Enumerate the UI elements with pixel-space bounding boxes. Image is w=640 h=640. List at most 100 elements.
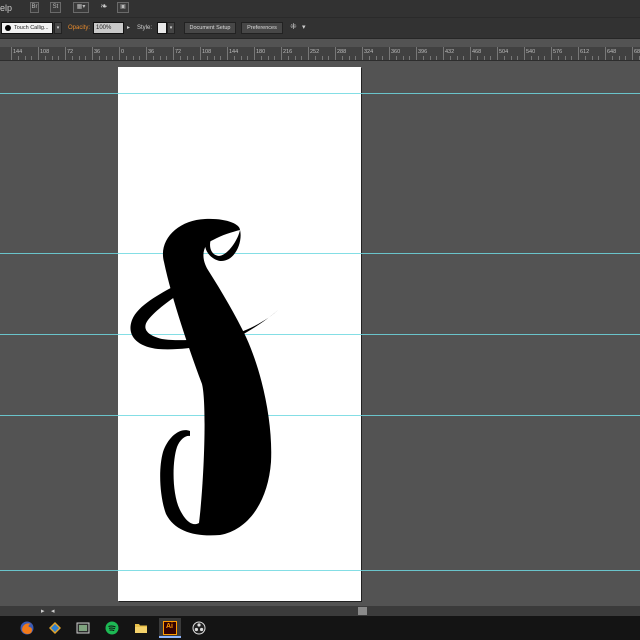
ruler-tick-label: 36 — [94, 49, 101, 55]
taskbar-terminal[interactable] — [72, 618, 94, 638]
ruler-tick — [254, 47, 255, 60]
ruler-tick — [335, 47, 336, 60]
ruler-tick — [551, 47, 552, 60]
bridge-icon[interactable]: Br — [30, 2, 39, 13]
ruler-tick — [92, 47, 93, 60]
ruler-minor-tick — [402, 56, 404, 60]
ruler-minor-tick — [557, 56, 559, 60]
ruler-minor-tick — [220, 56, 222, 60]
ruler-minor-tick — [71, 56, 73, 60]
control-bar: Touch Callig... ▾ Opacity: 100% ▸ Style:… — [0, 17, 640, 39]
ruler-tick-label: 144 — [229, 49, 239, 55]
ruler-minor-tick — [449, 56, 451, 60]
align-options-icon[interactable]: ⁜ — [290, 22, 297, 31]
ruler-minor-tick — [58, 56, 60, 60]
ruler-tick-label: 468 — [472, 49, 482, 55]
preferences-button[interactable]: Preferences — [241, 22, 283, 34]
style-swatch[interactable] — [157, 22, 167, 34]
taskbar-illustrator[interactable]: Ai — [159, 618, 181, 638]
taskbar-sourcetree[interactable] — [44, 618, 66, 638]
ruler-minor-tick — [44, 56, 46, 60]
ruler-minor-tick — [328, 56, 330, 60]
ruler-tick-label: 324 — [364, 49, 374, 55]
menu-help[interactable]: elp — [0, 3, 12, 13]
ruler-minor-tick — [166, 56, 168, 60]
opacity-label[interactable]: Opacity: — [68, 25, 90, 31]
spotify-icon — [105, 621, 119, 635]
ruler-minor-tick — [159, 56, 161, 60]
ruler-minor-tick — [31, 56, 33, 60]
ruler-minor-tick — [213, 56, 215, 60]
arrange-documents-icon[interactable]: ▦▾ — [73, 2, 89, 13]
taskbar-obs[interactable] — [188, 618, 210, 638]
panel-menu-icon[interactable]: ▾ — [302, 23, 306, 31]
canvas-area[interactable] — [0, 61, 640, 606]
ruler-minor-tick — [287, 56, 289, 60]
ruler-minor-tick — [179, 56, 181, 60]
ruler-tick — [281, 47, 282, 60]
ruler-minor-tick — [314, 56, 316, 60]
ruler-minor-tick — [476, 56, 478, 60]
ruler-minor-tick — [395, 56, 397, 60]
ruler-tick-label: 216 — [283, 49, 293, 55]
brush-dropdown-button[interactable]: ▾ — [54, 22, 62, 34]
taskbar: Ai — [0, 616, 640, 640]
ruler-tick — [227, 47, 228, 60]
ruler-minor-tick — [17, 56, 19, 60]
ruler-tick-label: 108 — [40, 49, 50, 55]
ruler-tick-label: 504 — [499, 49, 509, 55]
ruler-minor-tick — [24, 56, 26, 60]
ruler-tick-label: 0 — [121, 49, 125, 55]
ruler-minor-tick — [591, 56, 593, 60]
ruler-minor-tick — [490, 56, 492, 60]
document-setup-button[interactable]: Document Setup — [184, 22, 236, 34]
ruler-tick — [497, 47, 498, 60]
ruler-minor-tick — [301, 56, 303, 60]
ruler-tick — [524, 47, 525, 60]
ruler-tick-label: 72 — [67, 49, 74, 55]
opacity-arrow-icon[interactable]: ▸ — [127, 24, 130, 31]
workspace-icon[interactable]: ▣ — [117, 2, 129, 13]
ruler-tick — [416, 47, 417, 60]
ruler-minor-tick — [348, 56, 350, 60]
brush-definition-field[interactable]: Touch Callig... — [1, 22, 53, 34]
taskbar-spotify[interactable] — [101, 618, 123, 638]
ruler-minor-tick — [98, 56, 100, 60]
ruler-minor-tick — [139, 56, 141, 60]
ruler-tick-label: 576 — [553, 49, 563, 55]
ruler-minor-tick — [152, 56, 154, 60]
ruler-minor-tick — [193, 56, 195, 60]
style-dropdown-button[interactable]: ▾ — [167, 22, 175, 34]
ruler-tick — [11, 47, 12, 60]
ruler-tick-label: 252 — [310, 49, 320, 55]
ruler-minor-tick — [409, 56, 411, 60]
ruler-tick-label: 72 — [175, 49, 182, 55]
ruler-minor-tick — [321, 56, 323, 60]
ruler-tick-label: 432 — [445, 49, 455, 55]
taskbar-file-explorer[interactable] — [130, 618, 152, 638]
ruler-tick — [389, 47, 390, 60]
ruler-minor-tick — [544, 56, 546, 60]
ruler-minor-tick — [125, 56, 127, 60]
ruler-minor-tick — [375, 56, 377, 60]
gpu-performance-icon[interactable]: ❧ — [98, 2, 110, 13]
opacity-input[interactable]: 100% — [93, 22, 124, 34]
scrollbar-thumb[interactable] — [358, 607, 367, 615]
ruler-tick-label: 540 — [526, 49, 536, 55]
stock-icon[interactable]: St — [50, 2, 61, 13]
ruler-tick-label: 144 — [13, 49, 23, 55]
ruler-tick — [443, 47, 444, 60]
calligraphy-letter-artwork[interactable] — [0, 61, 640, 606]
ruler-minor-tick — [355, 56, 357, 60]
scroll-right-small-icon[interactable]: ▸ — [41, 607, 45, 615]
firefox-icon — [20, 621, 34, 635]
illustrator-label: Ai — [166, 623, 173, 630]
ruler-minor-tick — [112, 56, 114, 60]
ruler-minor-tick — [625, 56, 627, 60]
taskbar-firefox[interactable] — [16, 618, 38, 638]
terminal-icon — [76, 622, 90, 634]
ruler-minor-tick — [456, 56, 458, 60]
horizontal-scrollbar[interactable]: ▸ ◂ — [0, 606, 640, 616]
scroll-left-icon[interactable]: ◂ — [51, 607, 55, 615]
ruler-minor-tick — [233, 56, 235, 60]
